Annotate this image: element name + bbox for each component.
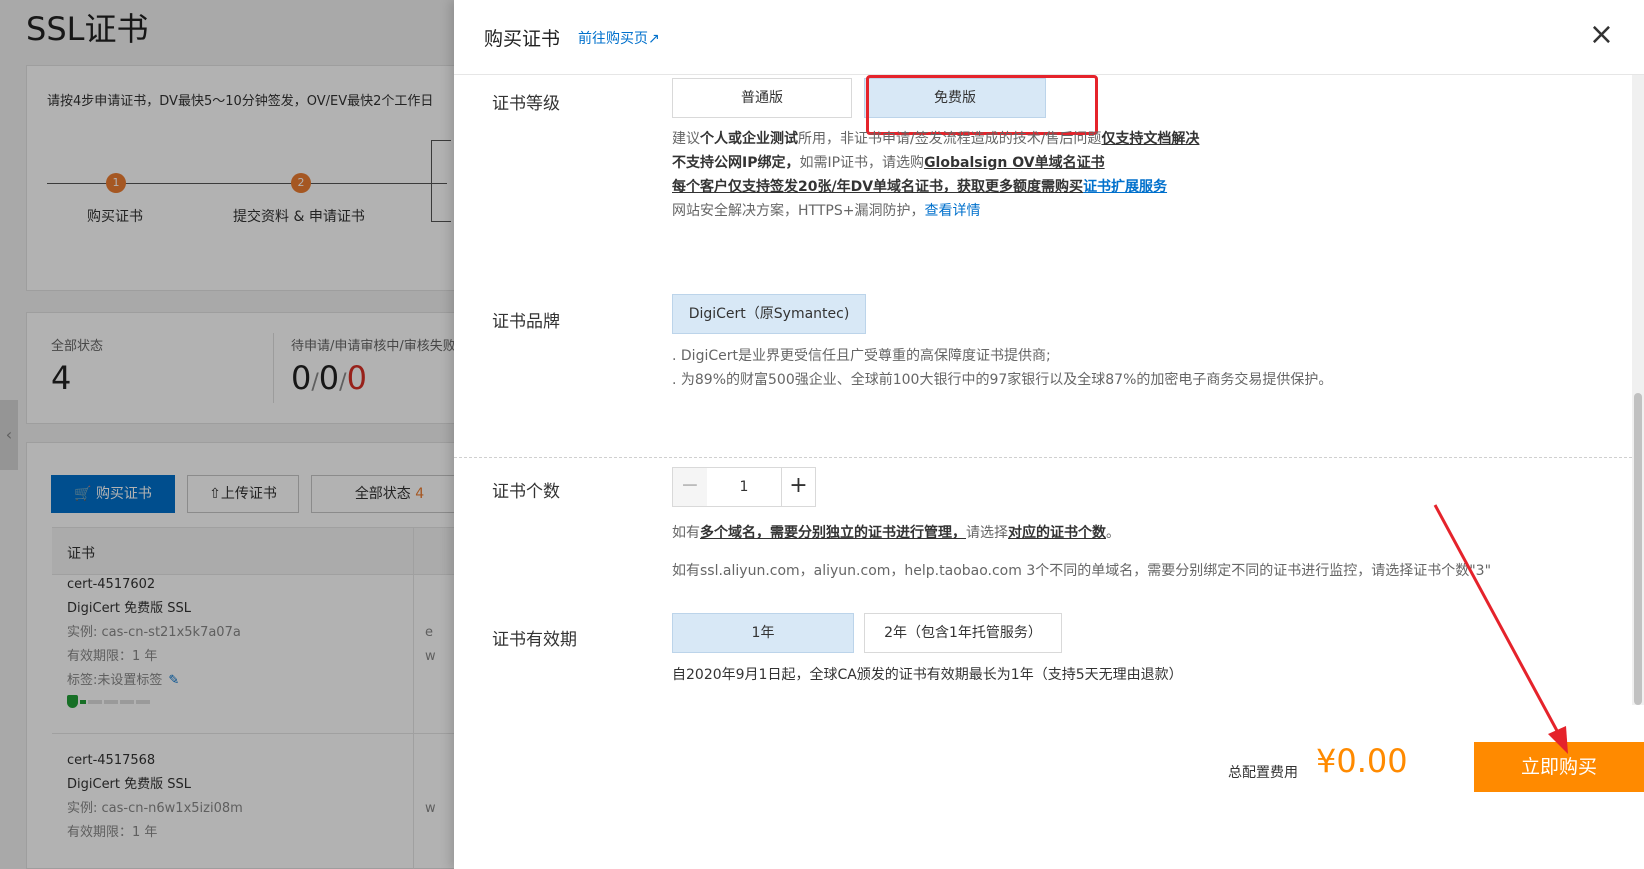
buy-now-button[interactable]: 立即购买	[1474, 742, 1644, 792]
brand-note-1: . DigiCert是业界更受信任且广受尊重的高保障度证书提供商;	[672, 348, 1051, 364]
decrement-button[interactable]: −	[673, 468, 707, 506]
drawer-header: 购买证书 前往购买页↗ ×	[454, 0, 1644, 75]
quantity-stepper[interactable]: − 1 +	[672, 467, 816, 507]
level-note-3: 每个客户仅支持签发20张/年DV单域名证书，获取更多额度需购买证书扩展服务	[672, 179, 1168, 195]
level-note-4: 网站安全解决方案，HTTPS+漏洞防护，查看详情	[672, 203, 981, 219]
drawer-scrollbar[interactable]	[1632, 75, 1644, 705]
level-option-standard[interactable]: 普通版	[672, 78, 852, 118]
buy-certificate-drawer: 购买证书 前往购买页↗ × 证书等级 普通版 免费版 建议个人或企业测试所用，非…	[454, 0, 1644, 869]
external-link-icon: ↗	[648, 31, 660, 47]
count-note-1: 如有多个域名，需要分别独立的证书进行管理，请选择对应的证书个数。	[672, 525, 1120, 541]
total-cost-value: ¥0.00	[1316, 742, 1408, 780]
level-label: 证书等级	[492, 94, 560, 114]
increment-button[interactable]: +	[781, 468, 815, 506]
brand-note-2: . 为89%的财富500强企业、全球前100大银行中的97家银行以及全球87%的…	[672, 372, 1333, 388]
scrollbar-thumb[interactable]	[1634, 393, 1642, 705]
view-details-link[interactable]: 查看详情	[924, 203, 980, 219]
drawer-footer: 总配置费用 ¥0.00 立即购买	[454, 705, 1644, 869]
quantity-value[interactable]: 1	[707, 468, 781, 506]
drawer-title: 购买证书	[484, 28, 561, 50]
validity-note: 自2020年9月1日起，全球CA颁发的证书有效期最长为1年（支持5天无理由退款）	[672, 667, 1183, 683]
count-note-2: 如有ssl.aliyun.com，aliyun.com，help.taobao.…	[672, 563, 1492, 579]
validity-label: 证书有效期	[492, 630, 577, 650]
count-label: 证书个数	[492, 482, 560, 502]
goto-purchase-page-link[interactable]: 前往购买页↗	[578, 28, 660, 48]
annotation-highlight-box	[866, 75, 1098, 135]
brand-option-digicert[interactable]: DigiCert（原Symantec)	[672, 294, 866, 334]
drawer-form-scroll[interactable]: 证书等级 普通版 免费版 建议个人或企业测试所用，非证书申请/签发流程造成的技术…	[454, 75, 1632, 705]
cert-extension-service-link[interactable]: 证书扩展服务	[1083, 179, 1167, 195]
validity-option-1-year[interactable]: 1年	[672, 613, 854, 653]
level-note-2: 不支持公网IP绑定，如需IP证书，请选购Globalsign OV单域名证书	[672, 155, 1105, 171]
level-note-1: 建议个人或企业测试所用，非证书申请/签发流程造成的技术/售后问题仅支持文档解决	[672, 131, 1200, 147]
total-cost-label: 总配置费用	[1228, 765, 1298, 781]
brand-label: 证书品牌	[492, 312, 560, 332]
validity-option-2-year[interactable]: 2年（包含1年托管服务）	[864, 613, 1062, 653]
section-divider	[454, 457, 1632, 458]
close-icon[interactable]: ×	[1589, 20, 1614, 50]
